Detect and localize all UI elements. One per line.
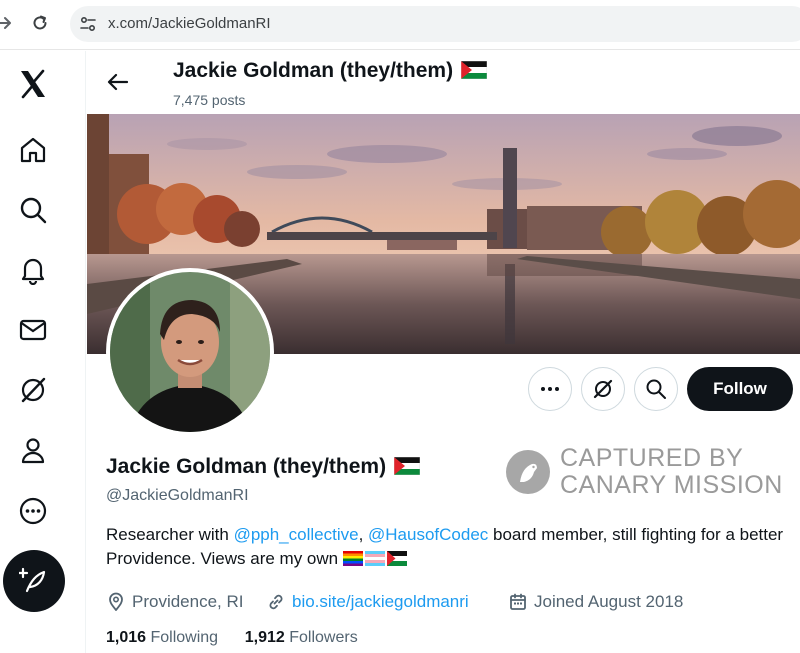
x-logo-icon[interactable]: [14, 65, 52, 103]
canary-bird-logo-icon: [506, 450, 550, 494]
sidebar-nav: [0, 51, 86, 653]
followers-count: 1,912: [244, 629, 285, 646]
palestine-flag-icon: [393, 457, 420, 475]
profile-website[interactable]: bio.site/jackiegoldmanri: [266, 590, 469, 614]
rainbow-flag-icon: [342, 551, 363, 566]
mention-link[interactable]: @HausofCodec: [368, 525, 488, 544]
home-icon[interactable]: [14, 131, 52, 169]
grok-icon[interactable]: [14, 371, 52, 409]
bio-separator: ,: [358, 525, 369, 544]
link-icon: [269, 594, 283, 610]
search-icon: [646, 379, 666, 399]
profile-name-text: Jackie Goldman (they/them): [106, 455, 387, 478]
feather-plus-icon: [19, 567, 46, 593]
compose-post-button[interactable]: [3, 550, 65, 612]
more-horizontal-icon: [541, 387, 559, 391]
joined-text: Joined August 2018: [534, 592, 684, 611]
canary-mission-watermark: CAPTURED BY CANARY MISSION: [506, 444, 796, 500]
follow-stats: 1,016 Following 1,912 Followers: [106, 629, 358, 647]
profile-person-icon[interactable]: [14, 431, 52, 469]
header-name-text: Jackie Goldman (they/them): [173, 59, 454, 82]
palestine-flag-icon: [460, 61, 487, 79]
location-text: Providence, RI: [132, 592, 244, 611]
followers-label: Followers: [284, 629, 358, 646]
following-label: Following: [146, 629, 219, 646]
search-posts-button[interactable]: [634, 367, 678, 411]
post-count: 7,475 posts: [173, 92, 246, 108]
address-bar[interactable]: x.com/JackieGoldmanRI: [70, 6, 800, 42]
back-arrow-icon[interactable]: [105, 69, 131, 95]
calendar-icon: [510, 593, 526, 610]
watermark-line-2: CANARY MISSION: [560, 471, 783, 499]
forward-arrow-icon[interactable]: [0, 13, 14, 33]
site-settings-icon[interactable]: [78, 14, 98, 34]
header-display-name: Jackie Goldman (they/them): [173, 59, 487, 83]
profile-bio: Researcher with @pph_collective, @Hausof…: [106, 523, 796, 571]
browser-toolbar: x.com/JackieGoldmanRI: [0, 0, 800, 50]
website-link[interactable]: bio.site/jackiegoldmanri: [292, 592, 469, 612]
followers-link[interactable]: 1,912 Followers: [245, 629, 358, 646]
profile-location: Providence, RI: [106, 590, 244, 614]
bio-text-start: Researcher with: [106, 525, 234, 544]
messages-envelope-icon[interactable]: [14, 311, 52, 349]
explore-search-icon[interactable]: [14, 191, 52, 229]
grok-actions-button[interactable]: [581, 367, 625, 411]
profile-handle: @JackieGoldmanRI: [106, 487, 249, 504]
url-text[interactable]: x.com/JackieGoldmanRI: [108, 15, 271, 32]
profile-display-name: Jackie Goldman (they/them): [106, 455, 420, 479]
profile-header-bar: Jackie Goldman (they/them) 7,475 posts: [87, 51, 800, 114]
following-link[interactable]: 1,016 Following: [106, 629, 218, 646]
more-actions-button[interactable]: [528, 367, 572, 411]
grok-icon: [593, 379, 613, 399]
follow-button[interactable]: Follow: [687, 367, 793, 411]
palestine-flag-icon: [386, 551, 407, 566]
transgender-flag-icon: [364, 551, 385, 566]
reload-icon[interactable]: [30, 13, 50, 33]
profile-avatar[interactable]: [106, 268, 274, 436]
more-options-icon[interactable]: [14, 492, 52, 530]
mention-link[interactable]: @pph_collective: [234, 525, 359, 544]
watermark-line-1: CAPTURED BY: [560, 444, 744, 472]
notifications-bell-icon[interactable]: [14, 251, 52, 289]
location-pin-icon: [109, 592, 123, 611]
following-count: 1,016: [106, 629, 147, 646]
profile-join-date: Joined August 2018: [508, 590, 683, 614]
